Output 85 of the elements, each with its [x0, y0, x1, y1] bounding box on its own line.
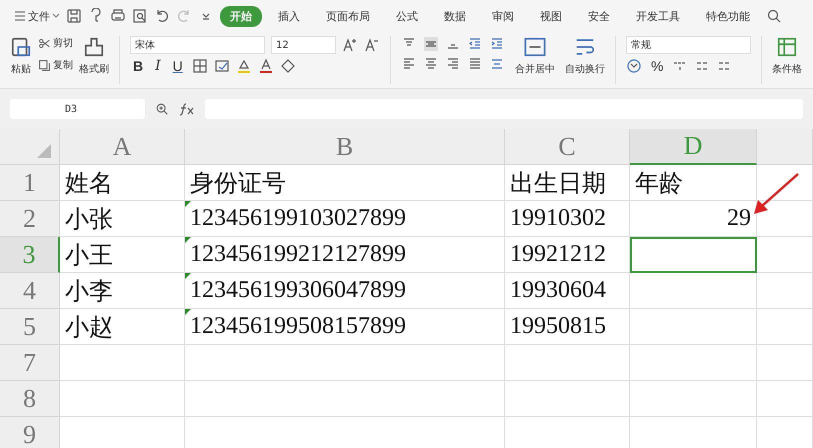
file-menu[interactable]: 文件 [14, 8, 60, 24]
table-cell: 123456199212127899 [185, 237, 505, 273]
font-name-field[interactable]: 宋体 [130, 36, 265, 54]
table-cell: 小张 [60, 201, 185, 237]
table-cell [757, 165, 813, 201]
font-grow-icon[interactable] [342, 37, 358, 53]
ribbon-tab[interactable]: 审阅 [482, 6, 524, 26]
paste-icon[interactable] [10, 36, 32, 58]
row-header[interactable]: 5 [0, 309, 60, 345]
copy-button[interactable]: 复制 [38, 58, 73, 72]
bold-button[interactable]: B [130, 58, 146, 74]
percent-button[interactable]: % [648, 58, 666, 74]
table-cell: 123456199508157899 [185, 309, 505, 345]
table-cell: 小李 [60, 273, 185, 309]
table-cell: 年龄 [630, 165, 757, 201]
eraser-icon[interactable] [280, 58, 296, 74]
column-header[interactable]: C [505, 129, 630, 165]
error-marker-icon [185, 237, 191, 243]
column-header[interactable]: A [60, 129, 185, 165]
borders-icon[interactable] [192, 58, 208, 74]
copy-icon[interactable] [38, 58, 51, 72]
save-icon[interactable] [66, 8, 82, 24]
table-cell: 123456199103027899 [185, 201, 505, 237]
number-format-field[interactable]: 常规 [626, 36, 751, 54]
row-header[interactable]: 9 [0, 417, 60, 448]
merge-center-button[interactable]: 合并居中 [515, 62, 555, 76]
table-cell [757, 273, 813, 309]
scissors-icon[interactable] [38, 36, 51, 50]
search-icon[interactable] [766, 8, 782, 24]
menu-icon [14, 11, 26, 21]
error-marker-icon [185, 201, 191, 207]
table-cell: 小王 [60, 237, 185, 273]
font-size-field[interactable]: 12 [271, 36, 336, 54]
row-header[interactable]: 1 [0, 165, 60, 201]
row-header[interactable]: 2 [0, 201, 60, 237]
table-cell: 19950815 [505, 309, 630, 345]
ribbon-tab[interactable]: 开发工具 [626, 6, 690, 26]
ribbon-tab[interactable]: 页面布局 [316, 6, 380, 26]
zoom-icon[interactable] [155, 102, 169, 116]
ribbon-tab[interactable]: 公式 [386, 6, 428, 26]
font-color-icon[interactable] [258, 58, 274, 74]
table-cell [757, 309, 813, 345]
ribbon-tab[interactable]: 数据 [434, 6, 476, 26]
error-marker-icon [185, 273, 191, 279]
table-cell: 姓名 [60, 165, 185, 201]
arrow-annotation [752, 172, 800, 216]
table-cell: 19930604 [505, 273, 630, 309]
ribbon-tab[interactable]: 特色功能 [696, 6, 760, 26]
fill-icon[interactable] [214, 58, 230, 74]
function-icon[interactable] [179, 102, 195, 116]
align-middle-icon[interactable] [423, 36, 439, 52]
row-header[interactable]: 8 [0, 381, 60, 417]
brush-icon[interactable] [83, 36, 105, 58]
underline-button[interactable]: U [170, 58, 186, 74]
print-preview-icon[interactable] [132, 8, 148, 24]
table-cell: 小赵 [60, 309, 185, 345]
conditional-format-icon[interactable] [776, 36, 798, 58]
font-shrink-icon[interactable] [364, 37, 380, 53]
table-cell: 19910302 [505, 201, 630, 237]
format-painter-button[interactable]: 格式刷 [79, 62, 109, 76]
ribbon-tab[interactable]: 视图 [530, 6, 572, 26]
cut-button[interactable]: 剪切 [38, 36, 73, 50]
paste-button[interactable]: 粘贴 [11, 62, 31, 76]
table-cell [757, 237, 813, 273]
column-header[interactable]: B [185, 129, 505, 165]
table-cell: 123456199306047899 [185, 273, 505, 309]
row-header[interactable]: 7 [0, 345, 60, 381]
wrap-text-button[interactable]: 自动换行 [565, 62, 605, 76]
currency-icon[interactable] [626, 58, 642, 74]
highlight-icon[interactable] [236, 58, 252, 74]
table-cell: 出生日期 [505, 165, 630, 201]
ribbon-tab[interactable]: 开始 [220, 6, 262, 26]
table-cell: 身份证号 [185, 165, 505, 201]
row-header[interactable]: 4 [0, 273, 60, 309]
italic-button[interactable]: I [152, 58, 164, 74]
conditional-format-button[interactable]: 条件格 [772, 62, 802, 76]
merge-center-icon[interactable] [523, 36, 547, 58]
error-marker-icon [185, 309, 191, 315]
ribbon-tab[interactable]: 安全 [578, 6, 620, 26]
table-cell [757, 381, 813, 417]
table-cell: 19921212 [505, 237, 630, 273]
ribbon-tab[interactable]: 插入 [268, 6, 310, 26]
table-cell [757, 345, 813, 381]
name-box[interactable]: D3 [10, 99, 145, 119]
chevron-down-icon [52, 13, 60, 19]
